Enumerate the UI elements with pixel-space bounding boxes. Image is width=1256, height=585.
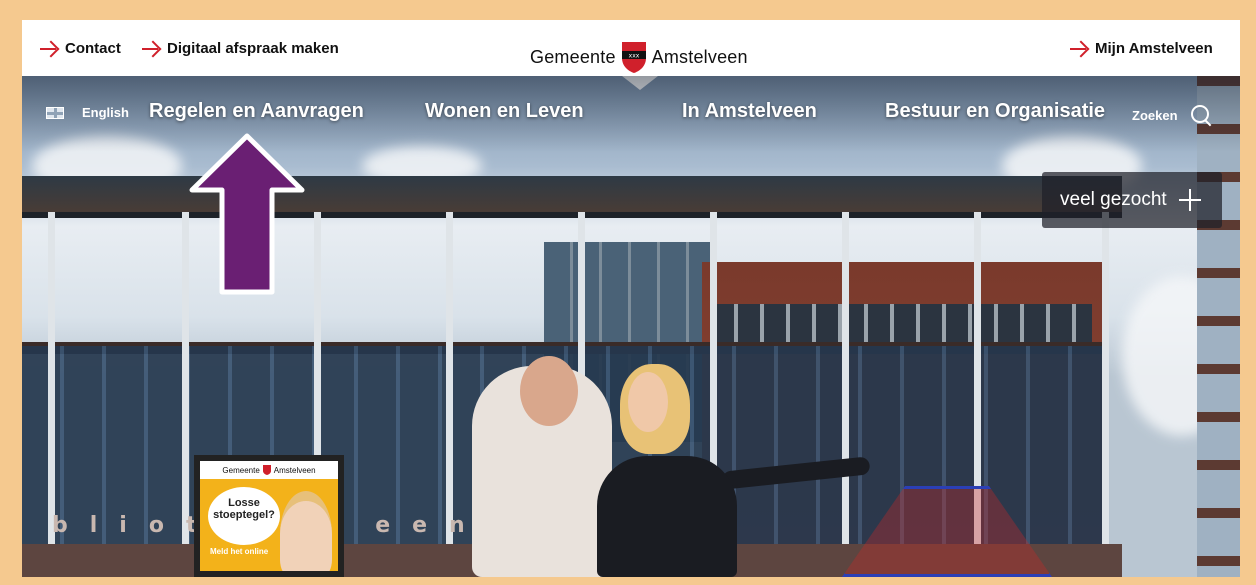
arrow-right-icon [1070, 42, 1088, 56]
poster-header-right: Amstelveen [273, 465, 316, 475]
nav-wonen-en-leven[interactable]: Wonen en Leven [425, 100, 584, 123]
nav-regelen-en-aanvragen[interactable]: Regelen en Aanvragen [149, 100, 364, 123]
contact-link[interactable]: Contact [40, 40, 121, 57]
veel-gezocht-label: veel gezocht [1060, 189, 1167, 210]
plus-icon [1178, 189, 1201, 211]
search-button[interactable]: Zoeken [1132, 104, 1212, 126]
annotation-arrow-up-icon [189, 133, 305, 295]
nav-bestuur-en-organisatie[interactable]: Bestuur en Organisatie [885, 100, 1105, 123]
top-bar: Contact Digitaal afspraak maken Gemeente… [22, 20, 1240, 76]
person-right [597, 456, 737, 577]
language-switch[interactable]: English [46, 105, 129, 120]
street-poster: Gemeente Amstelveen Losse stoeptegel? Me… [194, 455, 344, 577]
poster-photo [280, 491, 332, 571]
poster-footer: Meld het online [210, 547, 269, 556]
mijn-amstelveen-link[interactable]: Mijn Amstelveen [1070, 40, 1213, 57]
search-icon [1190, 104, 1212, 126]
search-label: Zoeken [1132, 107, 1178, 123]
coat-of-arms-icon: xxx [621, 42, 646, 73]
arrow-right-icon [142, 42, 160, 56]
logo-text-right: Amstelveen [651, 46, 748, 67]
veel-gezocht-button[interactable]: veel gezocht [1042, 172, 1222, 228]
poster-bubble: Losse stoeptegel? [208, 487, 280, 545]
poster-header-left: Gemeente [222, 465, 260, 475]
logo-text-left: Gemeente [530, 46, 616, 67]
nav-in-amstelveen[interactable]: In Amstelveen [682, 100, 817, 123]
contact-link-label: Contact [65, 40, 121, 57]
arrow-right-icon [40, 42, 58, 56]
mijn-amstelveen-label: Mijn Amstelveen [1095, 40, 1213, 57]
site-logo[interactable]: Gemeente xxx Amstelveen [530, 40, 748, 74]
uk-flag-icon [46, 106, 64, 119]
page-frame: bliot - k een Contact Digitaal afspraak … [22, 20, 1240, 577]
afspraak-link-label: Digitaal afspraak maken [167, 40, 339, 57]
afspraak-link[interactable]: Digitaal afspraak maken [142, 40, 339, 57]
language-label: English [82, 105, 129, 120]
poster-shield-icon [262, 465, 271, 475]
svg-text:xxx: xxx [628, 53, 639, 60]
